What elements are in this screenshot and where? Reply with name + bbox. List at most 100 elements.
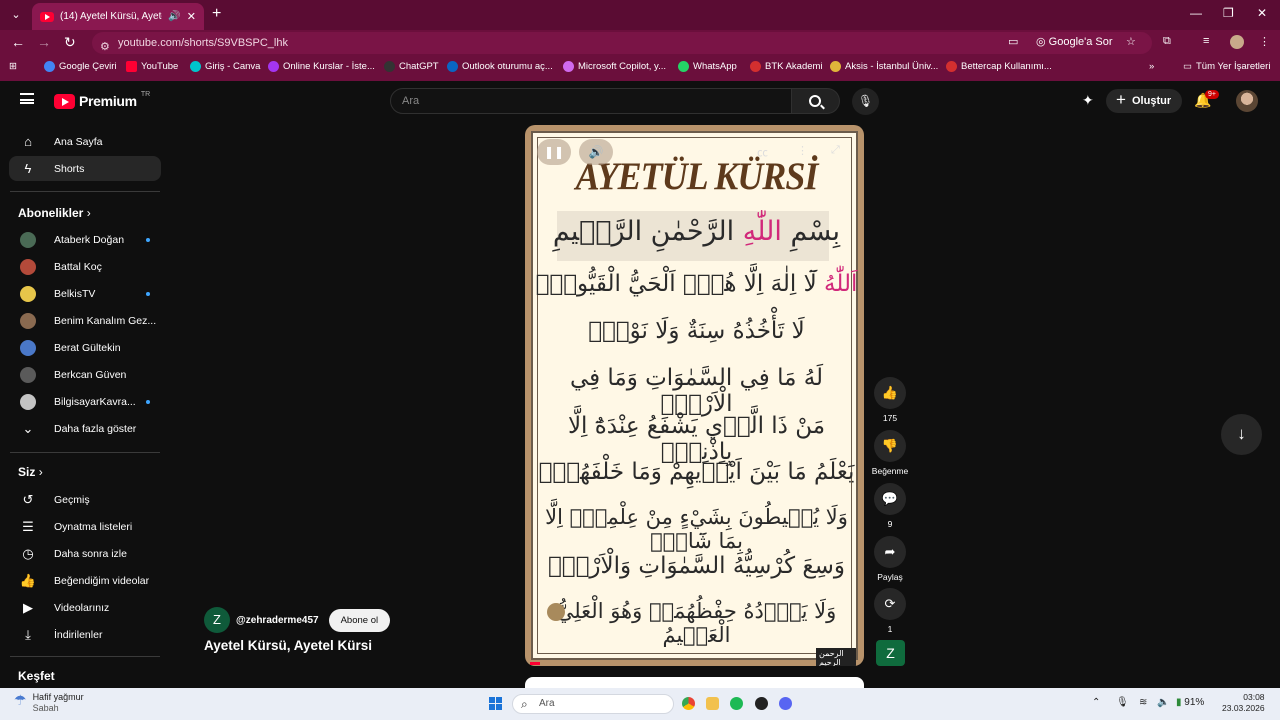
- voice-search-icon[interactable]: 🎙: [852, 88, 879, 115]
- bookmark-item[interactable]: Online Kurslar - İste...: [268, 61, 375, 72]
- address-bar[interactable]: ⚙ youtube.com/shorts/S9VBSPC_lhk: [92, 32, 1152, 54]
- subscription-item[interactable]: Ataberk Doğan: [9, 227, 161, 252]
- subscription-item[interactable]: Berat Gültekin: [9, 335, 161, 360]
- captions-icon[interactable]: ㏄: [757, 144, 768, 160]
- video-progress-bar[interactable]: [530, 662, 540, 665]
- subscription-item[interactable]: BelkisTV: [9, 281, 161, 306]
- speaker-icon[interactable]: 🔈: [1157, 697, 1169, 708]
- subscription-item[interactable]: Benim Kanalım Gez...: [9, 308, 161, 333]
- like-action[interactable]: 👍 175: [874, 377, 906, 423]
- spotify-icon[interactable]: [730, 697, 743, 710]
- battery-indicator[interactable]: ▮ 91%: [1176, 697, 1204, 708]
- sidebar-item-home[interactable]: ⌂ Ana Sayfa: [9, 129, 161, 154]
- channel-avatar-button[interactable]: Z: [876, 640, 905, 666]
- create-button[interactable]: Oluştur: [1106, 88, 1182, 113]
- bookmark-item[interactable]: WhatsApp: [678, 61, 737, 72]
- taskbar-search-input[interactable]: Ara: [512, 694, 674, 714]
- google-translate-icon: [44, 61, 55, 72]
- bookmark-item[interactable]: Google Çeviri: [44, 61, 117, 72]
- next-short-preview[interactable]: [525, 677, 864, 688]
- pause-button[interactable]: ❚❚: [537, 139, 571, 165]
- subscription-item[interactable]: BilgisayarKavra...: [9, 389, 161, 414]
- owner-handle[interactable]: @zehraderme457: [236, 615, 319, 626]
- sidebar-item-history[interactable]: ↺ Geçmiş: [9, 487, 161, 512]
- bookmark-item[interactable]: Microsoft Copilot, y...: [563, 61, 666, 72]
- bookmark-item[interactable]: Giriş - Canva: [190, 61, 260, 72]
- microphone-icon[interactable]: 🎙: [1116, 697, 1129, 708]
- account-avatar[interactable]: [1236, 90, 1258, 112]
- more-bookmarks-icon[interactable]: »: [1149, 61, 1154, 72]
- comment-icon[interactable]: 💬: [874, 483, 906, 515]
- subscriptions-heading[interactable]: Abonelikler ›: [18, 206, 91, 220]
- all-bookmarks[interactable]: ▭ Tüm Yer İşaretleri: [1183, 61, 1270, 72]
- google-sor-button[interactable]: ◎ Google'a Sor: [1036, 35, 1113, 48]
- bookmark-item[interactable]: Aksis - İstanbul Üniv...: [830, 61, 938, 72]
- thumbs-up-icon[interactable]: 👍: [874, 377, 906, 409]
- short-title[interactable]: Ayetel Kürsü, Ayetel Kürsi: [204, 638, 372, 653]
- bookmark-item[interactable]: ChatGPT: [384, 61, 439, 72]
- ai-sparkle-icon[interactable]: ✦: [1082, 92, 1094, 109]
- new-tab-icon[interactable]: +: [212, 5, 221, 23]
- thumbs-down-icon[interactable]: 👎: [874, 430, 906, 462]
- search-button[interactable]: [792, 88, 840, 114]
- discord-icon[interactable]: [779, 697, 792, 710]
- sidebar-item-shorts[interactable]: ϟ Shorts: [9, 156, 161, 181]
- profile-avatar[interactable]: [1230, 35, 1244, 49]
- media-control-icon[interactable]: ≡: [1203, 35, 1209, 47]
- hamburger-menu-icon[interactable]: [20, 93, 34, 104]
- tab-search-icon[interactable]: ⌄: [6, 5, 26, 25]
- sidebar-item-liked[interactable]: 👍 Beğendiğim videolar: [9, 568, 161, 593]
- share-icon[interactable]: ➦: [874, 536, 906, 568]
- comments-action[interactable]: 💬 9: [874, 483, 906, 529]
- file-explorer-icon[interactable]: [706, 697, 719, 710]
- dislike-action[interactable]: 👎 Beğenme: [872, 430, 908, 476]
- short-video-player[interactable]: AYETÜL KÜRSİ بِسْمِ اللّٰهِ الرَّحْمٰنِ …: [525, 125, 864, 666]
- clock[interactable]: 03:08 23.03.2026: [1222, 692, 1265, 714]
- owner-avatar[interactable]: Z: [204, 607, 230, 633]
- extensions-icon[interactable]: ⧉: [1163, 35, 1171, 48]
- share-action[interactable]: ➦ Paylaş: [874, 536, 906, 582]
- you-heading[interactable]: Siz ›: [18, 465, 43, 479]
- back-icon[interactable]: ←: [11, 34, 25, 50]
- volume-button[interactable]: 🔊: [579, 139, 613, 165]
- speaker-icon[interactable]: 🔊: [168, 11, 180, 22]
- forward-icon[interactable]: →: [37, 34, 51, 50]
- bookmark-star-icon[interactable]: ☆: [1126, 35, 1136, 48]
- subscription-item[interactable]: Battal Koç: [9, 254, 161, 279]
- channel-avatar: [20, 393, 36, 410]
- start-icon[interactable]: [489, 697, 502, 710]
- site-info-icon[interactable]: ⚙: [100, 36, 110, 58]
- youtube-premium-logo[interactable]: Premium TR: [54, 91, 150, 109]
- bookmark-item[interactable]: Bettercap Kullanımı...: [946, 61, 1052, 72]
- remix-icon[interactable]: ⟳: [874, 588, 906, 620]
- sidebar-item-watch-later[interactable]: ◷ Daha sonra izle: [9, 541, 161, 566]
- apps-grid-icon[interactable]: ⊞: [9, 61, 17, 72]
- minimize-icon[interactable]: —: [1190, 6, 1202, 20]
- weather-widget[interactable]: ☂ Hafif yağmur Sabah: [14, 692, 84, 714]
- sidebar-item-playlists[interactable]: ☰ Oynatma listeleri: [9, 514, 161, 539]
- close-window-icon[interactable]: ✕: [1257, 6, 1267, 20]
- remix-action[interactable]: ⟳ 1: [874, 588, 906, 634]
- cast-icon[interactable]: ▭: [1008, 35, 1018, 48]
- subscription-item[interactable]: Berkcan Güven: [9, 362, 161, 387]
- restore-icon[interactable]: ❐: [1223, 6, 1234, 20]
- sidebar-item-your-videos[interactable]: ▶ Videolarınız: [9, 595, 161, 620]
- more-options-icon[interactable]: ⋮: [797, 144, 808, 157]
- next-short-arrow-icon[interactable]: ↓: [1221, 414, 1262, 455]
- sidebar-item-downloads[interactable]: ⤓ İndirilenler: [9, 622, 161, 647]
- chrome-icon[interactable]: [682, 697, 695, 710]
- menu-dots-icon[interactable]: ⋮: [1259, 35, 1270, 48]
- wifi-icon[interactable]: ≋: [1139, 697, 1147, 708]
- bookmark-item[interactable]: BTK Akademi: [750, 61, 823, 72]
- close-tab-icon[interactable]: ✕: [187, 10, 196, 23]
- show-more-button[interactable]: ⌄ Daha fazla göster: [9, 416, 161, 441]
- tab-active[interactable]: (14) Ayetel Kürsü, Ayetel Kü 🔊 ✕: [32, 3, 204, 30]
- app-icon[interactable]: [755, 697, 768, 710]
- search-input[interactable]: Ara: [390, 88, 792, 114]
- bookmark-item[interactable]: YouTube: [126, 61, 178, 72]
- bookmark-item[interactable]: Outlook oturumu aç...: [447, 61, 553, 72]
- subscribe-button[interactable]: Abone ol: [328, 608, 391, 632]
- reload-icon[interactable]: ↻: [64, 34, 76, 51]
- tray-chevron-up-icon[interactable]: ⌃: [1092, 697, 1100, 708]
- fullscreen-icon[interactable]: ⤢: [831, 144, 840, 157]
